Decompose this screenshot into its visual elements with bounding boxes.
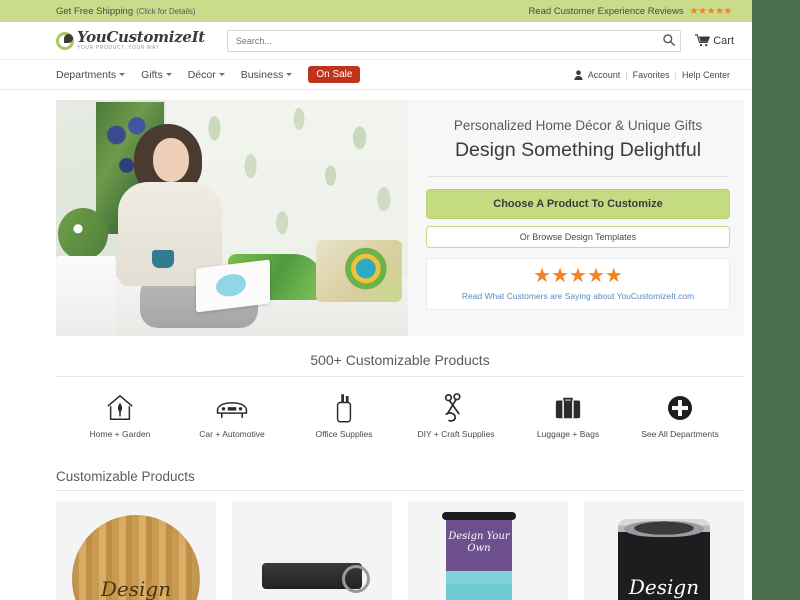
hero-subtitle: Personalized Home Décor & Unique Gifts [453, 118, 703, 133]
department-label: Luggage + Bags [536, 429, 600, 439]
nav-item-gifts[interactable]: Gifts [141, 69, 172, 81]
pen-holder-icon [288, 391, 400, 425]
nav-items: Departments Gifts Décor Business On Sale [56, 66, 361, 83]
product-card-cosmetic-bag[interactable]: Design Your Own [408, 501, 568, 600]
hero-mug [152, 250, 174, 268]
site-logo[interactable]: YouCustomizeIt YOUR PRODUCT. YOUR WAY [56, 30, 205, 51]
choose-product-button[interactable]: Choose A Product To Customize [426, 189, 730, 219]
search-container [226, 29, 682, 52]
read-reviews-link[interactable]: Read What Customers are Saying about You… [433, 291, 723, 301]
hero-laptop [196, 259, 270, 313]
cart-icon [695, 34, 711, 47]
tumbler-lid [624, 521, 704, 537]
product-card-camera-strap[interactable] [232, 501, 392, 600]
logo-mark-icon [56, 31, 74, 50]
hero-section: Personalized Home Décor & Unique Gifts D… [56, 100, 744, 336]
logo-text: YouCustomizeIt YOUR PRODUCT. YOUR WAY [77, 30, 205, 51]
product-design-text: Design [100, 577, 172, 600]
departments-heading: 500+ Customizable Products [56, 352, 744, 377]
home-leaf-icon [64, 391, 176, 425]
help-center-link[interactable]: Help Center [682, 70, 730, 80]
product-design-text: Design Your Own [448, 531, 510, 554]
cart-button[interactable]: Cart [695, 34, 734, 47]
department-diy-craft[interactable]: DIY + Craft Supplies [400, 391, 512, 439]
hero-side-table [56, 256, 116, 336]
customer-reviews-link[interactable]: Read Customer Experience Reviews ★★★★★ [528, 6, 744, 17]
department-label: Home + Garden [89, 429, 151, 439]
chevron-down-icon [119, 73, 126, 76]
user-icon [574, 69, 583, 80]
nav-label-decor: Décor [187, 68, 216, 81]
product-card-cutting-board[interactable]: Design [56, 501, 216, 600]
department-label: See All Departments [641, 429, 719, 439]
utility-nav: Account | Favorites | Help Center [574, 70, 740, 80]
chevron-down-icon [165, 73, 172, 76]
on-sale-button[interactable]: On Sale [308, 66, 361, 83]
department-office-supplies[interactable]: Office Supplies [288, 391, 400, 439]
rating-stars-large: ★★★★★ [533, 265, 623, 287]
product-card-tumbler[interactable]: Design [584, 501, 744, 600]
hero-laptop-sticker [216, 272, 246, 299]
chevron-down-icon [218, 73, 225, 76]
camera-strap-image [262, 563, 370, 593]
account-link[interactable]: Account [588, 70, 621, 80]
review-card: ★★★★★ Read What Customers are Saying abo… [426, 258, 730, 310]
logo-name: YouCustomizeIt [77, 28, 205, 46]
nav-item-business[interactable]: Business [241, 69, 293, 81]
departments-row: Home + Garden Car + Automotive Office Su… [56, 377, 744, 439]
hero-woman-face [153, 138, 189, 182]
cart-label: Cart [713, 34, 734, 47]
rating-stars-small: ★★★★★ [689, 5, 733, 17]
zipper [442, 512, 516, 520]
product-design-text: Design [628, 575, 700, 599]
nav-item-decor[interactable]: Décor [188, 69, 225, 81]
department-label: Car + Automotive [199, 429, 265, 439]
free-shipping-detail: (Click for Details) [136, 6, 196, 16]
nav-separator: | [674, 69, 677, 80]
department-car-automotive[interactable]: Car + Automotive [176, 391, 288, 439]
departments-section: 500+ Customizable Products Home + Garden [56, 352, 744, 439]
search-icon[interactable] [661, 33, 677, 49]
nav-label-departments: Departments [56, 68, 117, 81]
car-icon [176, 391, 288, 425]
nav-label-gifts: Gifts [141, 68, 163, 81]
cosmetic-bag-image: Design Your Own [442, 512, 516, 600]
site-header: YouCustomizeIt YOUR PRODUCT. YOUR WAY Ca… [0, 22, 752, 60]
nav-label-business: Business [240, 68, 284, 81]
department-luggage-bags[interactable]: Luggage + Bags [512, 391, 624, 439]
free-shipping-label: Get Free Shipping [56, 5, 134, 17]
browser-page: Get Free Shipping (Click for Details) Re… [0, 0, 752, 600]
department-label: DIY + Craft Supplies [417, 429, 495, 439]
nav-separator: | [625, 69, 628, 80]
favorites-link[interactable]: Favorites [633, 70, 670, 80]
free-shipping-link[interactable]: Get Free Shipping (Click for Details) [56, 6, 195, 17]
announcement-bar: Get Free Shipping (Click for Details) Re… [0, 0, 752, 22]
products-row: Design Design Your Own Design [56, 491, 744, 600]
search-input[interactable] [226, 29, 682, 52]
hero-plant [58, 208, 108, 260]
chevron-down-icon [286, 73, 293, 76]
customer-reviews-label: Read Customer Experience Reviews [528, 5, 684, 17]
logo-tagline: YOUR PRODUCT. YOUR WAY [77, 45, 160, 51]
plus-circle-icon [624, 391, 736, 425]
hero-content: Personalized Home Décor & Unique Gifts D… [408, 100, 744, 336]
browse-templates-button[interactable]: Or Browse Design Templates [426, 226, 730, 248]
products-section: Customizable Products Design Design Your… [56, 469, 744, 600]
products-heading: Customizable Products [56, 469, 744, 491]
department-home-garden[interactable]: Home + Garden [64, 391, 176, 439]
hero-pillow [316, 240, 402, 302]
main-navigation: Departments Gifts Décor Business On Sale [0, 60, 752, 90]
tumbler-image: Design [618, 519, 710, 600]
hero-image [56, 100, 408, 336]
nav-item-departments[interactable]: Departments [56, 68, 126, 81]
hero-divider [428, 176, 728, 177]
department-label: Office Supplies [315, 429, 373, 439]
hero-title: Design Something Delightful [454, 139, 702, 161]
suitcase-icon [512, 391, 624, 425]
cutting-board-image: Design [72, 515, 200, 600]
scissors-icon [400, 391, 512, 425]
department-see-all[interactable]: See All Departments [624, 391, 736, 439]
